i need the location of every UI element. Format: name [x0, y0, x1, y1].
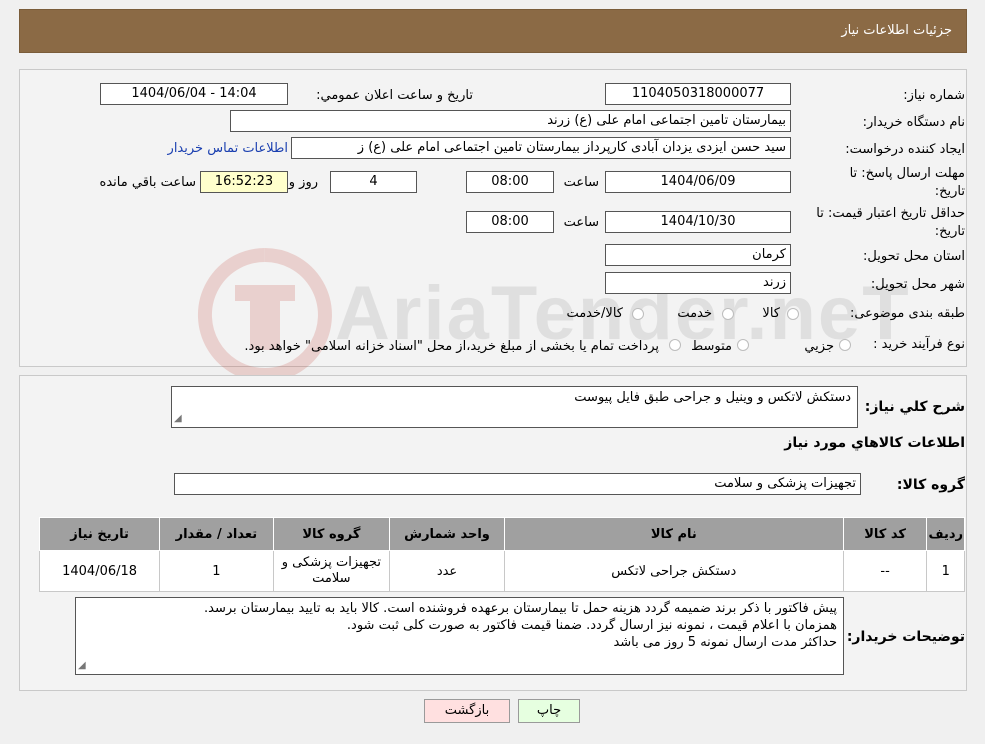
need-number-field: 1104050318000077	[605, 83, 791, 105]
col-quantity: تعداد / مقدار	[159, 517, 274, 551]
page-header: جزئیات اطلاعات نیاز	[19, 9, 967, 53]
process-minor-radio[interactable]	[839, 339, 851, 351]
response-deadline-label: مهلت ارسال پاسخ: تا	[849, 166, 965, 181]
col-group: گروه کالا	[272, 517, 391, 551]
resize-grip-icon: ◢	[78, 660, 86, 671]
request-creator-label: ایجاد کننده درخواست:	[845, 142, 965, 157]
response-deadline-time-label: ساعت	[563, 175, 599, 190]
request-creator-field: سید حسن ایزدی یزدان آبادی کارپرداز بیمار…	[291, 137, 791, 159]
purchase-process-label: نوع فرآیند خرید :	[873, 337, 965, 352]
price-validity-date: 1404/10/30	[605, 211, 791, 233]
summary-text: دستکش لاتکس و وینیل و جراحی طبق فایل پیو…	[574, 390, 851, 405]
response-deadline-label-2: تاریخ:	[934, 184, 965, 199]
buyer-notes-line: پیش فاکتور با ذکر برند ضمیمه گردد هزینه …	[204, 601, 837, 616]
buyer-notes-field: پیش فاکتور با ذکر برند ضمیمه گردد هزینه …	[75, 597, 844, 675]
category-goods-service-radio[interactable]	[632, 308, 644, 320]
buyer-notes-label: توضیحات خریدار:	[846, 629, 965, 645]
buyer-contact-link[interactable]: اطلاعات تماس خریدار	[168, 141, 288, 156]
category-goods-radio[interactable]	[787, 308, 799, 320]
remaining-time: 16:52:23	[200, 171, 288, 193]
col-unit: واحد شمارش	[389, 517, 505, 551]
need-number-label: شماره نیاز:	[903, 88, 965, 103]
process-medium-label: متوسط	[691, 339, 732, 354]
print-button[interactable]: چاپ	[518, 699, 580, 723]
cell-name: دستکش جراحی لاتکس	[503, 550, 844, 592]
price-validity-time-label: ساعت	[563, 215, 599, 230]
subject-category-label: طبقه بندی موضوعی:	[849, 306, 965, 321]
remaining-time-label: ساعت باقي مانده	[99, 175, 196, 190]
category-goods-label: کالا	[762, 306, 780, 321]
remaining-days-label: روز و	[288, 175, 318, 190]
goods-table: ردیف کد کالا نام کالا واحد شمارش گروه کا…	[38, 517, 965, 592]
goods-info-title: اطلاعات کالاهاي مورد نیاز	[784, 435, 965, 451]
buyer-notes-line: همزمان با اعلام قیمت ، نمونه نیز ارسال گ…	[346, 618, 837, 633]
announce-datetime-field: 1404/06/04 - 14:04	[100, 83, 288, 105]
col-code: کد کالا	[842, 517, 928, 551]
back-button[interactable]: بازگشت	[424, 699, 510, 723]
buyer-name-field: بیمارستان تامین اجتماعی امام علی (ع) زرن…	[230, 110, 791, 132]
col-name: نام کالا	[503, 517, 844, 551]
price-validity-label-2: تاریخ:	[934, 224, 965, 239]
category-goods-service-label: کالا/خدمت	[566, 306, 623, 321]
cell-code: --	[842, 550, 928, 592]
treasury-payment-note: پرداخت تمام یا بخشی از مبلغ خرید،از محل …	[244, 339, 659, 354]
goods-table-header: ردیف کد کالا نام کالا واحد شمارش گروه کا…	[38, 517, 965, 551]
price-validity-label: حداقل تاریخ اعتبار قیمت: تا	[816, 206, 965, 221]
goods-group-label: گروه کالا:	[896, 477, 965, 493]
treasury-payment-checkbox[interactable]	[669, 339, 681, 351]
summary-field: دستکش لاتکس و وینیل و جراحی طبق فایل پیو…	[171, 386, 858, 428]
buyer-notes-line: حداکثر مدت ارسال نمونه 5 روز می باشد	[613, 635, 837, 650]
cell-unit: عدد	[389, 550, 505, 592]
table-row: 1 -- دستکش جراحی لاتکس عدد تجهیزات پزشکی…	[38, 550, 965, 592]
delivery-province-label: استان محل تحویل:	[863, 249, 965, 264]
delivery-province-field: کرمان	[605, 244, 791, 266]
resize-grip-icon: ◢	[174, 413, 182, 424]
buyer-name-label: نام دستگاه خریدار:	[862, 115, 965, 130]
response-deadline-date: 1404/06/09	[605, 171, 791, 193]
col-need-date: تاریخ نیاز	[38, 517, 161, 551]
category-service-label: خدمت	[677, 306, 712, 321]
process-medium-radio[interactable]	[737, 339, 749, 351]
price-validity-time: 08:00	[466, 211, 554, 233]
cell-row: 1	[926, 550, 965, 592]
announce-datetime-label: تاریخ و ساعت اعلان عمومي:	[316, 88, 473, 103]
process-minor-label: جزيي	[804, 339, 834, 354]
remaining-days: 4	[330, 171, 417, 193]
delivery-city-field: زرند	[605, 272, 791, 294]
cell-quantity: 1	[159, 550, 274, 592]
delivery-city-label: شهر محل تحویل:	[870, 277, 965, 292]
cell-group: تجهیزات پزشکی و سلامت	[272, 550, 391, 592]
cell-need-date: 1404/06/18	[38, 550, 161, 592]
response-deadline-time: 08:00	[466, 171, 554, 193]
summary-label: شرح کلي نیاز:	[864, 399, 965, 415]
category-service-radio[interactable]	[722, 308, 734, 320]
page-title: جزئیات اطلاعات نیاز	[841, 23, 952, 38]
col-row: ردیف	[926, 517, 965, 551]
watermark-logo	[195, 245, 335, 385]
goods-group-field: تجهیزات پزشکی و سلامت	[174, 473, 861, 495]
